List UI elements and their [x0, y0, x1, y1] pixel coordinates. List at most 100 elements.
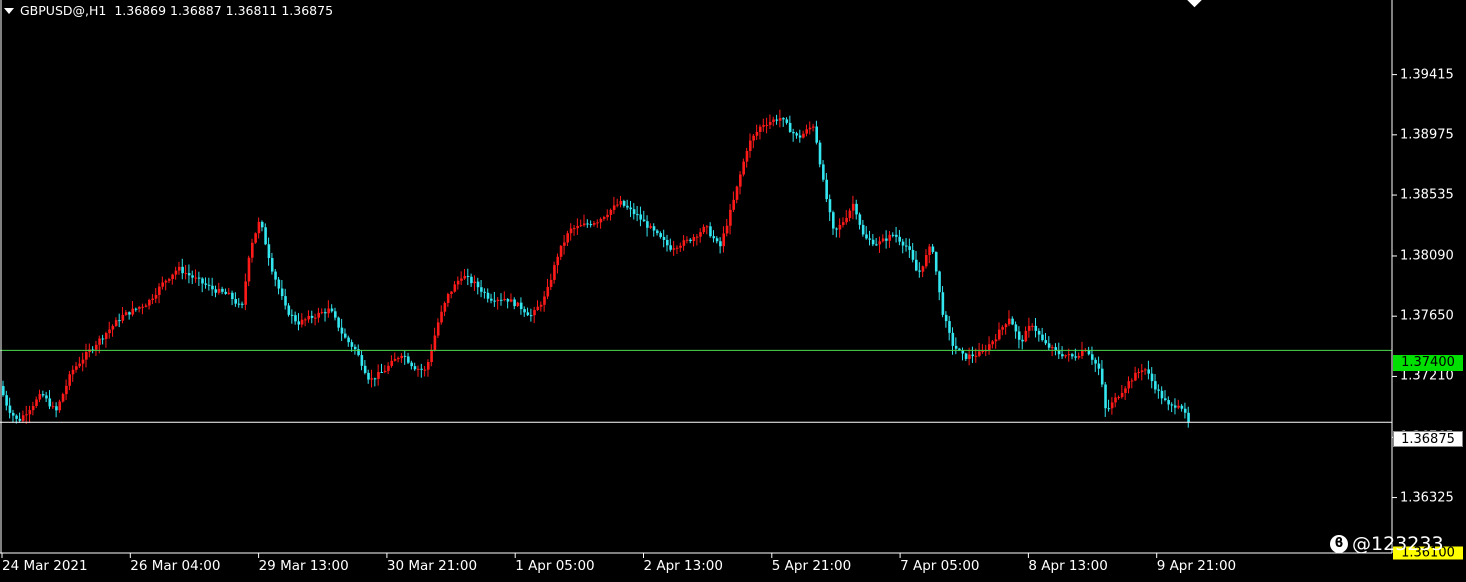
candle-body — [207, 284, 211, 286]
candle-body — [231, 292, 234, 300]
candle-body — [330, 308, 334, 312]
candle-body — [241, 303, 244, 305]
candle-body — [367, 372, 370, 380]
candle-body — [765, 124, 769, 126]
candle-body — [878, 241, 882, 245]
candle-body — [1081, 350, 1084, 356]
candle-body — [901, 241, 905, 246]
candle-body — [596, 222, 599, 224]
candle-body — [1164, 398, 1167, 400]
candle-body — [1077, 355, 1081, 358]
candle-body — [825, 179, 828, 200]
candle-body — [1120, 392, 1124, 398]
candle-body — [148, 300, 151, 306]
candle-body — [1107, 408, 1111, 410]
candle-body — [851, 203, 855, 211]
candle-body — [28, 410, 32, 415]
candle-body — [75, 366, 78, 370]
candle-body — [1154, 381, 1157, 390]
candle-body — [1167, 399, 1170, 405]
candle-body — [553, 265, 556, 280]
candle-body — [1177, 405, 1180, 408]
candle-body — [224, 291, 228, 294]
candle-body — [58, 401, 62, 411]
candle-body — [755, 131, 759, 136]
candle-body — [506, 298, 510, 302]
candle-body — [865, 234, 868, 239]
candle-body — [18, 418, 22, 421]
candle-body — [48, 398, 52, 407]
candle-body — [639, 214, 643, 220]
candle-body — [51, 406, 55, 408]
weibo-logo-icon: ϐ — [1330, 535, 1348, 553]
candle-body — [377, 372, 380, 379]
price-tick-label: 1.36325 — [1400, 490, 1454, 506]
candle-body — [569, 228, 573, 234]
candle-body — [35, 399, 38, 406]
candle-body — [546, 286, 550, 297]
candle-body — [948, 321, 951, 333]
candle-body — [324, 312, 327, 314]
candle-body — [387, 365, 390, 371]
candle-body — [128, 312, 131, 315]
price-chart[interactable] — [0, 0, 1466, 582]
candle-body — [2, 386, 5, 396]
candle-body — [1117, 397, 1121, 399]
candle-body — [712, 236, 716, 239]
dropdown-triangle-icon[interactable] — [4, 8, 14, 14]
candle-body — [184, 273, 188, 275]
candle-body — [1124, 388, 1127, 393]
candle-body — [94, 344, 98, 350]
candle-body — [171, 274, 174, 280]
candle-body — [463, 275, 467, 279]
candle-body — [602, 217, 606, 219]
candle-body — [251, 242, 254, 258]
candle-body — [350, 342, 354, 347]
candle-body — [101, 338, 105, 340]
candle-body — [1034, 325, 1038, 331]
candle-body — [841, 222, 845, 225]
candle-body — [453, 284, 457, 292]
candle-body — [739, 174, 742, 187]
candle-body — [280, 288, 284, 297]
candle-body — [124, 312, 128, 315]
candle-body — [68, 374, 71, 386]
candle-body — [400, 355, 403, 359]
candle-body — [656, 230, 659, 234]
candle-body — [141, 306, 145, 308]
candle-body — [177, 266, 181, 271]
candle-body — [168, 279, 171, 281]
candle-body — [815, 126, 818, 143]
candle-body — [543, 296, 546, 305]
candle-body — [1064, 355, 1067, 357]
candle-body — [699, 232, 702, 237]
candle-body — [931, 246, 935, 253]
candle-body — [573, 228, 576, 230]
candle-body — [1054, 347, 1058, 351]
candle-body — [954, 345, 958, 349]
candle-body — [519, 302, 523, 310]
candle-body — [1104, 384, 1107, 409]
candle-body — [360, 355, 364, 366]
candle-body — [579, 225, 583, 227]
candle-body — [978, 351, 981, 356]
candle-body — [1071, 354, 1074, 357]
candle-body — [662, 237, 666, 240]
candle-body — [536, 306, 540, 311]
candle-body — [802, 133, 805, 138]
candle-body — [347, 337, 350, 343]
candle-body — [257, 221, 261, 234]
candle-body — [559, 245, 563, 257]
candle-body — [858, 214, 862, 225]
candle-body — [433, 335, 437, 350]
candle-body — [397, 358, 400, 360]
candle-body — [934, 252, 938, 272]
candle-body — [895, 234, 898, 237]
candle-body — [583, 223, 586, 226]
candle-body — [994, 339, 998, 342]
candle-body — [430, 349, 433, 363]
candle-body — [991, 341, 994, 345]
candle-body — [290, 314, 294, 316]
price-tick-label: 1.37650 — [1400, 308, 1454, 324]
candle-body — [1173, 405, 1177, 408]
